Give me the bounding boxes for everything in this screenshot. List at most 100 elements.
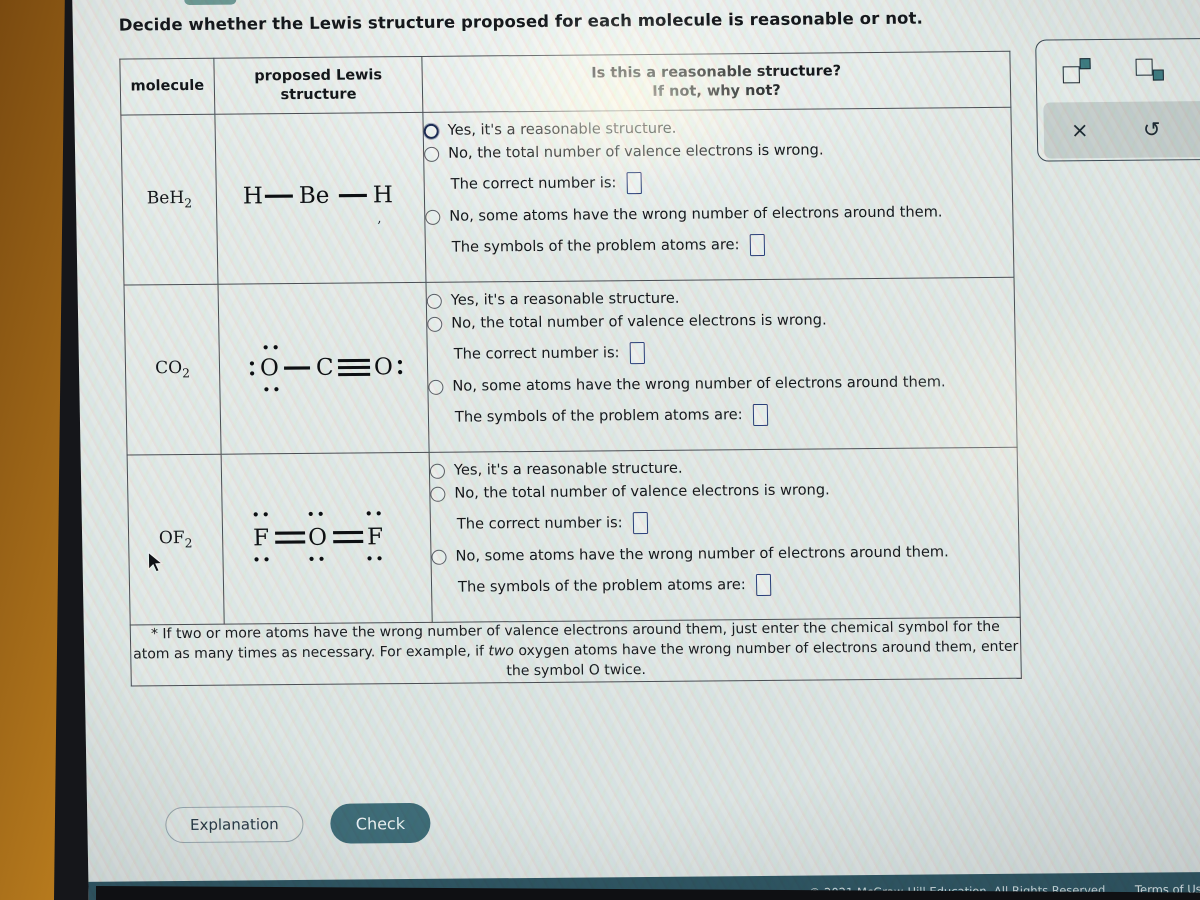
option-label: No, some atoms have the wrong number of … — [455, 543, 949, 565]
correct-number-line: The correct number is: — [451, 169, 1012, 196]
molecule-symbol: CO — [154, 358, 183, 379]
superscript-button[interactable] — [1040, 40, 1114, 103]
option-label: No, the total number of valence electron… — [454, 481, 830, 502]
extra-format-button[interactable] — [1187, 39, 1200, 102]
lewis-structure-beh2: H Be H , — [214, 112, 426, 285]
problem-atoms-line: The symbols of the problem atoms are: — [455, 401, 1016, 428]
photo-of-monitor: Decide whether the Lewis structure propo… — [0, 0, 1200, 900]
option-label: No, the total number of valence electron… — [447, 141, 824, 162]
correct-number-label: The correct number is: — [450, 174, 617, 194]
problem-atoms-label: The symbols of the problem atoms are: — [457, 576, 746, 596]
undo-icon: ↺ — [1142, 117, 1161, 142]
option-label: No, some atoms have the wrong number of … — [449, 203, 943, 225]
answer-options-of2: Yes, it's a reasonable structure. No, th… — [429, 447, 1021, 623]
correct-number-label: The correct number is: — [456, 514, 623, 534]
table-header-row: molecule proposed Lewis structure Is this… — [119, 51, 1011, 116]
problem-atoms-input[interactable] — [749, 233, 765, 256]
option-no-wrong-electrons[interactable]: No, some atoms have the wrong number of … — [425, 203, 1012, 226]
svg-text:F: F — [366, 524, 382, 550]
option-label: Yes, it's a reasonable structure. — [450, 290, 680, 310]
radio-button-no-electrons[interactable] — [425, 209, 441, 225]
radio-button-no-valence[interactable] — [430, 486, 446, 502]
redo-button[interactable] — [1187, 101, 1200, 158]
question-prompt: Decide whether the Lewis structure propo… — [118, 8, 924, 35]
svg-text:C: C — [315, 355, 333, 381]
radio-button-yes[interactable] — [426, 293, 442, 310]
problem-atoms-input[interactable] — [752, 403, 768, 426]
molecule-subscript: 2 — [184, 196, 193, 211]
option-label: No, some atoms have the wrong number of … — [452, 373, 946, 395]
superscript-icon — [1062, 58, 1092, 84]
chemistry-toolbar: × ↺ — [1035, 37, 1200, 162]
option-yes-reasonable[interactable]: Yes, it's a reasonable structure. — [423, 118, 1011, 140]
radio-button-yes[interactable] — [423, 124, 439, 140]
close-icon: × — [1070, 117, 1089, 142]
lewis-structure-of2: F O F — [221, 452, 433, 625]
footnote-part-b: oxygen atoms have the wrong number of el… — [506, 638, 1019, 679]
radio-button-no-valence[interactable] — [427, 316, 443, 332]
check-button[interactable]: Check — [330, 802, 431, 844]
header-molecule: molecule — [119, 58, 215, 116]
subscript-button[interactable] — [1113, 39, 1187, 102]
svg-text:,: , — [377, 211, 381, 226]
table-row: OF2 F O F Yes, it's a reasonable structu… — [127, 447, 1021, 625]
correct-number-line: The correct number is: — [457, 509, 1018, 536]
lewis-structure-co2: O C O — [217, 282, 430, 455]
clear-button[interactable]: × — [1043, 102, 1116, 159]
option-yes-reasonable[interactable]: Yes, it's a reasonable structure. — [426, 288, 1014, 310]
lewis-diagram-beh2: H Be H , — [242, 182, 393, 226]
svg-text:H: H — [372, 182, 393, 208]
radio-button-no-electrons[interactable] — [428, 379, 444, 395]
footnote: * If two or more atoms have the wrong nu… — [130, 617, 1022, 686]
option-label: No, the total number of valence electron… — [451, 311, 827, 332]
molecule-formula-of2: OF2 — [127, 454, 225, 625]
correct-number-input[interactable] — [629, 341, 645, 365]
lewis-diagram-co2: O C O — [249, 345, 402, 392]
molecule-formula-beh2: BeH2 — [120, 114, 218, 286]
explanation-button[interactable]: Explanation — [165, 805, 304, 844]
screen-area: Decide whether the Lewis structure propo… — [72, 0, 1200, 900]
option-yes-reasonable[interactable]: Yes, it's a reasonable structure. — [429, 458, 1017, 480]
correct-number-input[interactable] — [632, 511, 648, 534]
svg-text:O: O — [259, 355, 278, 381]
footnote-emphasis: two — [488, 643, 515, 660]
problem-atoms-input[interactable] — [755, 573, 771, 596]
option-label: Yes, it's a reasonable structure. — [447, 120, 677, 140]
svg-text:O: O — [373, 354, 392, 380]
problem-atoms-label: The symbols of the problem atoms are: — [451, 236, 740, 256]
correct-number-input[interactable] — [626, 171, 642, 195]
correct-number-label: The correct number is: — [453, 344, 620, 364]
answer-options-co2: Yes, it's a reasonable structure. No, th… — [425, 277, 1018, 453]
molecule-subscript: 2 — [182, 366, 191, 381]
molecule-subscript: 2 — [184, 536, 193, 551]
molecule-symbol: OF — [158, 528, 185, 549]
option-no-total-valence-wrong[interactable]: No, the total number of valence electron… — [424, 141, 1011, 163]
table-row: CO2 O C O Yes, it's a reasonable structu… — [123, 277, 1018, 456]
chemistry-toolbar-row-actions: × ↺ — [1043, 100, 1200, 159]
svg-text:F: F — [252, 525, 268, 551]
undo-button[interactable]: ↺ — [1115, 101, 1188, 158]
table-footnote-row: * If two or more atoms have the wrong nu… — [130, 617, 1022, 686]
problem-atoms-label: The symbols of the problem atoms are: — [454, 406, 743, 426]
lewis-diagram-of2: F O F — [252, 510, 383, 561]
header-answer-line2: If not, why not? — [652, 82, 781, 100]
svg-text:O: O — [307, 524, 326, 550]
radio-button-no-valence[interactable] — [424, 146, 440, 162]
molecule-formula-co2: CO2 — [123, 284, 222, 456]
web-page: Decide whether the Lewis structure propo… — [72, 0, 1200, 900]
svg-text:H: H — [242, 183, 263, 209]
header-is-this-reasonable: Is this a reasonable structure? If not, … — [421, 51, 1011, 113]
option-no-wrong-electrons[interactable]: No, some atoms have the wrong number of … — [428, 373, 1015, 396]
answer-options-beh2: Yes, it's a reasonable structure. No, th… — [422, 107, 1014, 283]
option-no-wrong-electrons[interactable]: No, some atoms have the wrong number of … — [431, 543, 1018, 566]
molecule-symbol: BeH — [146, 188, 185, 209]
option-no-total-valence-wrong[interactable]: No, the total number of valence electron… — [427, 311, 1014, 333]
chevron-down-button[interactable] — [183, 0, 237, 6]
problem-atoms-line: The symbols of the problem atoms are: — [458, 571, 1019, 598]
radio-button-no-electrons[interactable] — [431, 549, 447, 565]
lewis-structure-table: molecule proposed Lewis structure Is this… — [119, 50, 1022, 687]
option-no-total-valence-wrong[interactable]: No, the total number of valence electron… — [430, 481, 1017, 503]
header-proposed-lewis-structure: proposed Lewis structure — [213, 56, 423, 115]
chemistry-toolbar-row-format — [1036, 39, 1200, 103]
radio-button-yes[interactable] — [429, 463, 446, 480]
